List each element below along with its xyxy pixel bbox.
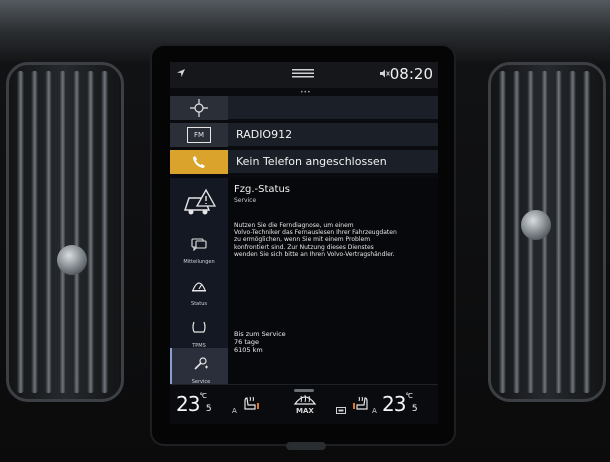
sidebar-item-service[interactable]: Service [170, 348, 228, 388]
radio-station-label: RADIO912 [236, 128, 293, 141]
clock: 08:20 [389, 65, 433, 83]
vent-knob[interactable] [57, 245, 87, 275]
infotainment-screen: 08:20 ••• FM RADIO912 Kein Telefon anges… [170, 62, 438, 424]
left-temperature[interactable]: 23°C 5 [176, 392, 212, 416]
radio-tile[interactable]: FM RADIO912 [170, 123, 438, 147]
vent-slat [73, 71, 80, 393]
navigation-tile[interactable] [170, 96, 438, 120]
remote-diagnosis-message: Nutzen Sie die Ferndiagnose, um einem Vo… [234, 222, 432, 258]
sidebar-item-label: Status [191, 301, 207, 307]
vent-slat [569, 71, 576, 393]
sidebar-item-label: Mitteilungen [183, 259, 215, 265]
message-icon [191, 236, 207, 255]
message-line: Nutzen Sie die Ferndiagnose, um einem [234, 222, 354, 229]
service-distance-remaining: 6105 km [234, 346, 263, 354]
right-temperature-value: 23 [382, 392, 406, 416]
right-temperature-unit: °C [405, 392, 412, 400]
service-wrench-icon [193, 356, 209, 375]
phone-status-label: Kein Telefon angeschlossen [236, 155, 387, 168]
vent-slat [101, 71, 108, 393]
right-auto-mode: A [372, 407, 377, 415]
page-title: Fzg.-Status [234, 184, 291, 195]
service-schedule: Bis zum Service 76 tage 6105 km [234, 330, 286, 354]
left-seat-heat-icon[interactable] [242, 395, 260, 415]
sidebar-item-status[interactable]: Status [170, 270, 228, 310]
phone-icon [170, 150, 228, 174]
vent-slat [555, 71, 562, 393]
vent-slat [499, 71, 506, 393]
car-status-sidebar: Mitteilungen Status TPMS Service [170, 178, 228, 388]
vent-slat [45, 71, 52, 393]
max-defrost-label: MAX [296, 407, 314, 415]
sidebar-item-tpms[interactable]: TPMS [170, 312, 228, 352]
page-subtitle: Service [234, 197, 257, 204]
mute-icon [380, 69, 390, 81]
climate-bar: 23°C5 A MAX A 23°C5 [170, 384, 438, 424]
vent-slat [17, 71, 24, 393]
left-temperature-decimal: 5 [205, 404, 212, 414]
left-temperature-value: 23 [176, 392, 200, 416]
fan-icon[interactable] [336, 399, 346, 418]
status-bar: 08:20 [170, 62, 438, 88]
fm-badge: FM [187, 127, 211, 143]
right-temperature[interactable]: 23°C 5 [382, 392, 418, 416]
message-line: zu ermöglichen, wenn Sie mit einem Probl… [234, 236, 371, 244]
right-seat-heat-icon[interactable] [352, 395, 370, 415]
right-air-vent [488, 62, 606, 402]
vent-slat [583, 71, 590, 393]
service-heading: Bis zum Service [234, 330, 286, 338]
message-line: Volvo-Techniker das Fernauslesen Ihrer F… [234, 229, 397, 237]
left-temperature-unit: °C [199, 392, 206, 400]
sidebar-item-mitteilungen[interactable]: Mitteilungen [170, 228, 228, 268]
service-days-remaining: 76 tage [234, 338, 259, 346]
message-line: konfrontiert sind. Zur Nutzung dieses Di… [234, 243, 374, 251]
fm-radio-icon: FM [170, 123, 228, 147]
vent-slat [59, 71, 66, 393]
home-button[interactable] [286, 442, 326, 450]
page-dots-icon: ••• [300, 89, 311, 96]
menu-handle-icon[interactable] [292, 68, 314, 81]
navigation-crosshair-icon [170, 96, 228, 120]
car-warning-icon [170, 178, 228, 226]
location-arrow-icon [176, 68, 186, 81]
vent-slat [31, 71, 38, 393]
left-auto-mode: A [232, 407, 237, 415]
vent-slat [87, 71, 94, 393]
message-line: wenden Sie sich bitte an Ihren Volvo-Ver… [234, 250, 395, 258]
right-temperature-decimal: 5 [411, 404, 418, 414]
phone-tile[interactable]: Kein Telefon angeschlossen [170, 150, 438, 174]
left-air-vent [6, 62, 124, 402]
vent-knob[interactable] [521, 210, 551, 240]
status-icon [191, 278, 207, 297]
vent-slat [513, 71, 520, 393]
tpms-icon [191, 319, 207, 339]
